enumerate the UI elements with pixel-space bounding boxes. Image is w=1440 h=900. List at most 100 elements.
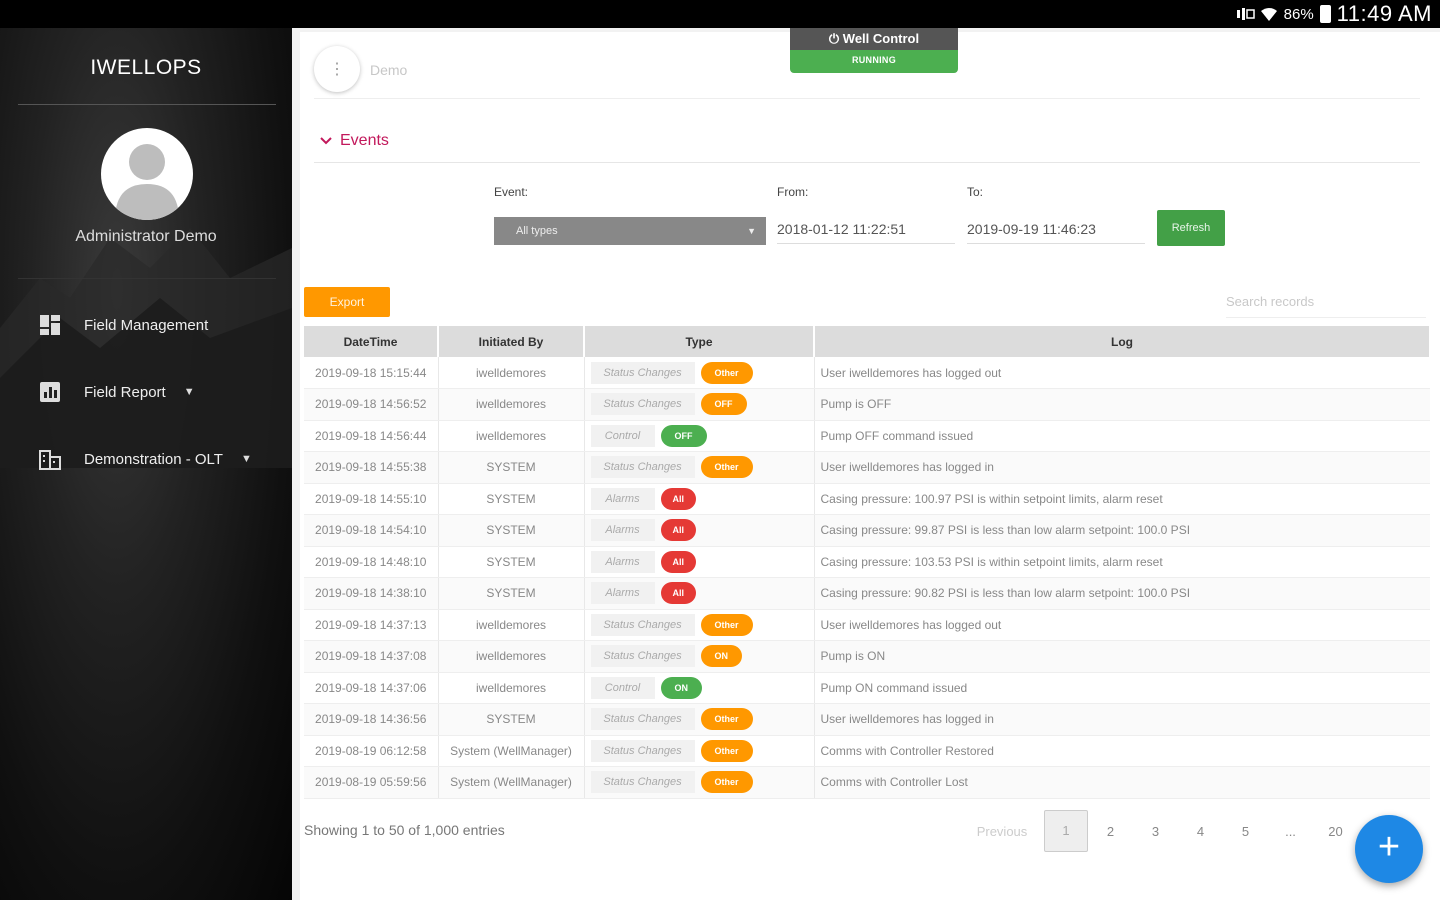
page-button[interactable]: 2 <box>1088 824 1133 839</box>
refresh-button[interactable]: Refresh <box>1157 210 1225 246</box>
column-header-datetime[interactable]: DateTime <box>304 326 439 357</box>
nav-label: Demonstration - OLT <box>84 450 223 468</box>
table-row[interactable]: 2019-09-18 14:56:52 iwelldemores Status Ch… <box>304 388 1430 421</box>
cell-datetime: 2019-09-18 14:55:38 <box>304 451 439 484</box>
type-badge: Other <box>700 613 753 636</box>
type-label: Alarms <box>590 550 655 573</box>
table-row[interactable]: 2019-09-18 14:37:08 iwelldemores Status Ch… <box>304 640 1430 673</box>
type-badge: All <box>660 550 697 573</box>
entries-summary: Showing 1 to 50 of 1,000 entries <box>304 822 505 838</box>
page-button[interactable]: 4 <box>1178 824 1223 839</box>
nav-field-management[interactable]: Field Management <box>38 310 278 340</box>
well-control-title: Well Control <box>842 31 920 46</box>
table-row[interactable]: 2019-09-18 14:37:13 iwelldemores Status Ch… <box>304 609 1430 641</box>
table-row[interactable]: 2019-09-18 14:54:10 SYSTEM Alarms All Casing… <box>304 514 1430 547</box>
dashboard-icon <box>38 313 62 337</box>
table-row[interactable]: 2019-09-18 14:38:10 SYSTEM Alarms All Casing… <box>304 577 1430 610</box>
cell-initiated-by: iwelldemores <box>438 640 585 673</box>
table-row[interactable]: 2019-09-18 14:37:06 iwelldemores Control ON… <box>304 672 1430 704</box>
table-body: 2019-09-18 15:15:44 iwelldemores Status Ch… <box>304 357 1430 799</box>
well-control-state: RUNNING <box>851 55 897 65</box>
table-row[interactable]: 2019-09-18 14:55:38 SYSTEM Status Changes O… <box>304 451 1430 484</box>
well-control-status[interactable]: ⏻ Well Control RUNNING <box>790 28 958 73</box>
cell-initiated-by: iwelldemores <box>438 672 585 704</box>
event-type-select[interactable]: All types ▼ <box>494 217 766 245</box>
cell-log: Pump is ON <box>814 640 1430 673</box>
table-row[interactable]: 2019-09-18 14:48:10 SYSTEM Alarms All Casing… <box>304 546 1430 578</box>
cell-type: Status Changes Other <box>584 451 815 484</box>
table-row[interactable]: 2019-09-18 14:55:10 SYSTEM Alarms All Casing… <box>304 483 1430 515</box>
type-label: Control <box>590 676 655 699</box>
header-divider <box>314 98 1420 99</box>
type-label: Control <box>590 424 655 447</box>
to-label: To: <box>967 185 984 199</box>
events-table: DateTime Initiated By Type Log 2019-09-1… <box>304 326 1430 806</box>
caret-down-icon: ▼ <box>747 226 756 236</box>
type-label: Alarms <box>590 519 655 542</box>
type-badge: Other <box>700 708 753 731</box>
cell-initiated-by: iwelldemores <box>438 357 585 389</box>
page-button[interactable]: 20 <box>1313 824 1358 839</box>
table-row[interactable]: 2019-08-19 05:59:56 System (WellManager) S… <box>304 766 1430 799</box>
column-header-initiated-by[interactable]: Initiated By <box>438 326 585 357</box>
column-header-type[interactable]: Type <box>584 326 815 357</box>
table-row[interactable]: 2019-09-18 14:56:44 iwelldemores Control OF… <box>304 420 1430 452</box>
cell-datetime: 2019-09-18 14:56:44 <box>304 420 439 452</box>
cell-type: Control OFF <box>584 420 815 452</box>
type-badge: OFF <box>700 393 747 416</box>
table-row[interactable]: 2019-09-18 14:36:56 SYSTEM Status Changes O… <box>304 703 1430 736</box>
brand-divider <box>18 104 276 105</box>
user-silhouette-icon <box>115 144 179 220</box>
type-badge: Other <box>700 771 753 794</box>
cell-initiated-by: SYSTEM <box>438 577 585 610</box>
brand-title: IWELLOPS <box>90 56 202 79</box>
search-records-input[interactable] <box>1226 286 1426 318</box>
cell-datetime: 2019-09-18 14:48:10 <box>304 546 439 578</box>
caret-down-icon: ▼ <box>240 453 252 465</box>
table-row[interactable]: 2019-08-19 06:12:58 System (WellManager) S… <box>304 735 1430 767</box>
cell-log: Casing pressure: 100.97 PSI is within se… <box>814 483 1430 515</box>
cell-initiated-by: SYSTEM <box>438 483 585 515</box>
column-header-log[interactable]: Log <box>814 326 1430 357</box>
page-button[interactable]: 1 <box>1044 810 1088 852</box>
to-date-input[interactable] <box>967 214 1145 244</box>
cell-type: Status Changes Other <box>584 735 815 767</box>
nav-field-report[interactable]: Field Report ▼ <box>38 377 278 407</box>
cell-datetime: 2019-09-18 14:37:06 <box>304 672 439 704</box>
table-row[interactable]: 2019-09-18 15:15:44 iwelldemores Status Ch… <box>304 357 1430 389</box>
type-label: Status Changes <box>590 708 695 731</box>
chevron-down-icon <box>320 132 332 150</box>
content-panel: ⋮ Demo ⏻ Well Control RUNNING Events Eve… <box>300 28 1440 900</box>
cell-type: Status Changes Other <box>584 609 815 641</box>
cell-log: User iwelldemores has logged out <box>814 357 1430 389</box>
cell-datetime: 2019-09-18 15:15:44 <box>304 357 439 389</box>
menu-button[interactable]: ⋮ <box>314 46 360 92</box>
wifi-icon <box>1260 6 1278 22</box>
type-badge: All <box>660 519 697 542</box>
event-type-value: All types <box>516 225 558 237</box>
type-label: Status Changes <box>590 613 695 636</box>
cell-initiated-by: iwelldemores <box>438 420 585 452</box>
cell-log: User iwelldemores has logged in <box>814 451 1430 484</box>
cell-log: Comms with Controller Restored <box>814 735 1430 767</box>
cell-datetime: 2019-09-18 14:37:08 <box>304 640 439 673</box>
cell-type: Control ON <box>584 672 815 704</box>
cell-type: Status Changes Other <box>584 357 815 389</box>
breadcrumb: Demo <box>370 62 408 78</box>
user-divider <box>18 278 276 279</box>
from-date-input[interactable] <box>777 214 955 244</box>
nav-demonstration-olt[interactable]: Demonstration - OLT ▼ <box>38 444 278 474</box>
more-vertical-icon: ⋮ <box>329 61 345 78</box>
export-button[interactable]: Export <box>304 287 390 317</box>
cell-initiated-by: SYSTEM <box>438 451 585 484</box>
page-button[interactable]: 3 <box>1133 824 1178 839</box>
avatar[interactable] <box>101 128 193 220</box>
add-fab-button[interactable]: + <box>1355 815 1423 883</box>
battery-percent: 86% <box>1283 5 1314 23</box>
page-button[interactable]: 5 <box>1223 824 1268 839</box>
previous-page-button[interactable]: Previous <box>960 824 1044 839</box>
cell-type: Alarms All <box>584 546 815 578</box>
events-section-toggle[interactable]: Events <box>320 132 389 150</box>
cell-datetime: 2019-09-18 14:37:13 <box>304 609 439 641</box>
status-icons: 86% 11:49 AM <box>1236 0 1432 28</box>
